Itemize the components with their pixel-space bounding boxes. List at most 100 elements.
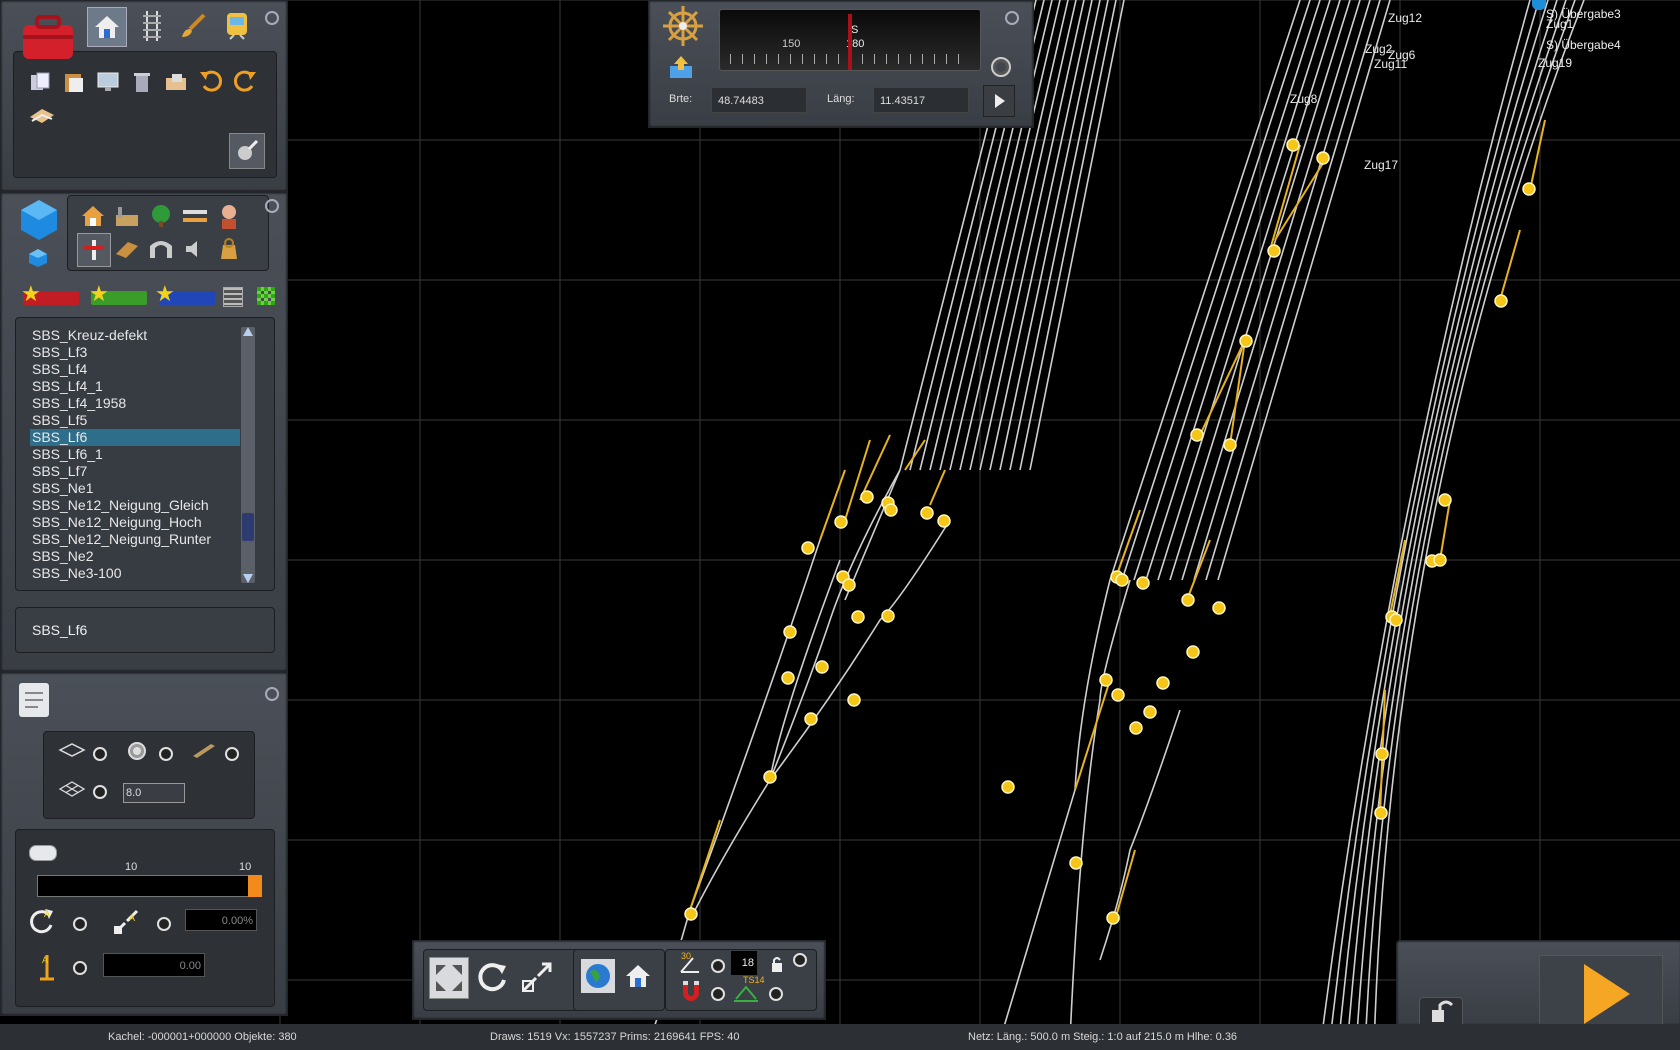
train-label-zug12[interactable]: Zug12	[1388, 11, 1422, 25]
eraser-icon[interactable]	[161, 67, 191, 97]
undo-icon[interactable]	[195, 65, 227, 97]
cube-small-icon[interactable]	[25, 245, 51, 271]
tunnel-icon[interactable]	[145, 233, 177, 265]
pin-icon[interactable]	[265, 687, 279, 701]
scroll-down-icon[interactable]	[243, 574, 253, 583]
scale-icon[interactable]: A	[109, 905, 143, 939]
pin-icon[interactable]	[265, 11, 279, 25]
signal-icon[interactable]	[77, 233, 111, 267]
snap-sun-radio[interactable]	[159, 747, 173, 761]
percent-field[interactable]: 0.00%	[185, 909, 257, 931]
info-marker-icon[interactable]	[1532, 0, 1546, 10]
asset-list[interactable]: SBS_Kreuz-defekt SBS_Lf3 SBS_Lf4 SBS_Lf4_1 S…	[30, 327, 240, 587]
trash-icon[interactable]	[127, 67, 157, 97]
list-item[interactable]: SBS_Lf6_1	[30, 446, 240, 463]
snap-diamond-radio[interactable]	[93, 747, 107, 761]
list-item[interactable]: SBS_Ne12_Neigung_Runter	[30, 531, 240, 548]
list-item[interactable]: SBS_Lf4_1	[30, 378, 240, 395]
monitor-icon[interactable]	[93, 67, 123, 97]
upload-icon[interactable]	[665, 51, 697, 83]
ts-radio[interactable]	[769, 987, 783, 1001]
play-button[interactable]	[1539, 955, 1663, 1027]
globe-icon[interactable]	[581, 959, 615, 993]
slider-handle[interactable]	[248, 875, 262, 897]
list-item[interactable]: SBS_Lf3	[30, 344, 240, 361]
track-icon[interactable]	[135, 7, 169, 45]
list-item[interactable]: SBS_Lf7	[30, 463, 240, 480]
clipboard-icon[interactable]	[13, 677, 55, 721]
zoom-extend-icon[interactable]	[517, 957, 557, 997]
height-offset-radio[interactable]	[73, 961, 87, 975]
angle-radio[interactable]	[711, 959, 725, 973]
camera-icon[interactable]	[229, 133, 265, 169]
list-view-icon[interactable]	[223, 287, 243, 307]
train-icon[interactable]	[219, 7, 255, 45]
redo-icon[interactable]	[229, 65, 261, 97]
go-button[interactable]	[983, 85, 1015, 117]
home-icon[interactable]	[87, 7, 127, 47]
list-item[interactable]: SBS_Ne12_Neigung_Hoch	[30, 514, 240, 531]
list-scrollbar[interactable]	[241, 327, 255, 583]
magnet-radio[interactable]	[711, 987, 725, 1001]
height-offset-icon[interactable]: A	[31, 949, 63, 983]
compass-scale[interactable]: S 150 180	[719, 9, 981, 71]
fullscreen-icon[interactable]	[429, 957, 469, 999]
plank-icon[interactable]	[189, 737, 219, 765]
lock-small-icon[interactable]	[765, 953, 789, 975]
train-label-zug19[interactable]: Zug19	[1538, 56, 1572, 70]
bridge-icon[interactable]	[179, 201, 211, 231]
height-offset-field[interactable]: 0.00	[103, 953, 205, 977]
rotate-icon[interactable]: A	[25, 905, 59, 939]
hand-tool-icon[interactable]	[25, 101, 59, 131]
pin-icon[interactable]	[265, 199, 279, 213]
compass-dial-icon[interactable]	[991, 57, 1011, 77]
list-item[interactable]: SBS_Lf5	[30, 412, 240, 429]
scroll-up-icon[interactable]	[243, 327, 253, 336]
compass-icon[interactable]	[659, 3, 707, 49]
home-view-icon[interactable]	[621, 959, 655, 993]
list-item[interactable]: SBS_Lf4	[30, 361, 240, 378]
diamond-icon[interactable]	[57, 739, 87, 761]
scroll-thumb[interactable]	[242, 513, 254, 541]
snap-grid-radio[interactable]	[93, 785, 107, 799]
grid-view-icon[interactable]	[257, 287, 275, 305]
mark-label-uebergabe4[interactable]: S) Übergabe4	[1546, 38, 1621, 52]
scale-radio[interactable]	[157, 917, 171, 931]
list-item[interactable]: SBS_Ne1	[30, 480, 240, 497]
brush-icon[interactable]	[175, 7, 211, 45]
longitude-field[interactable]: 11.43517	[873, 87, 969, 113]
latitude-field[interactable]: 48.74483	[711, 87, 807, 113]
tree-icon[interactable]	[145, 201, 177, 231]
toggle-icon[interactable]	[29, 845, 57, 861]
house-icon[interactable]	[77, 201, 109, 231]
list-item[interactable]: SBS_Lf6	[30, 429, 240, 446]
train-label-zug8[interactable]: Zug8	[1290, 92, 1317, 106]
train-label-zug17[interactable]: Zug17	[1364, 158, 1398, 172]
mark-label-uebergabe3[interactable]: S) Übergabe3	[1546, 7, 1621, 21]
person-icon[interactable]	[213, 201, 245, 231]
pin-icon[interactable]	[1005, 11, 1019, 25]
paste-icon[interactable]	[59, 67, 89, 97]
lock-radio[interactable]	[793, 953, 807, 967]
toolbox-icon[interactable]	[19, 7, 77, 63]
grid-snap-icon[interactable]	[57, 777, 87, 801]
magnet-icon[interactable]	[677, 977, 705, 1005]
speaker-icon[interactable]	[179, 233, 211, 265]
rotate-view-icon[interactable]	[473, 957, 513, 997]
cube-large-icon[interactable]	[15, 197, 63, 243]
list-item[interactable]: SBS_Ne3-100	[30, 565, 240, 582]
rails-icon[interactable]	[111, 233, 143, 265]
bag-icon[interactable]	[213, 233, 245, 265]
train-label-zug11[interactable]: Zug11	[1374, 57, 1407, 71]
list-item[interactable]: SBS_Ne12_Neigung_Gleich	[30, 497, 240, 514]
rotate-radio[interactable]	[73, 917, 87, 931]
value-slider[interactable]	[37, 875, 262, 897]
list-item[interactable]: SBS_Kreuz-defekt	[30, 327, 240, 344]
factory-icon[interactable]	[111, 201, 143, 231]
list-item[interactable]: SBS_Lf4_1958	[30, 395, 240, 412]
copy-icon[interactable]	[25, 67, 55, 97]
list-item[interactable]: SBS_Ne2	[30, 548, 240, 565]
counter-field[interactable]: 18	[731, 951, 757, 975]
grid-size-input[interactable]	[123, 783, 185, 803]
sun-icon[interactable]	[123, 737, 151, 765]
